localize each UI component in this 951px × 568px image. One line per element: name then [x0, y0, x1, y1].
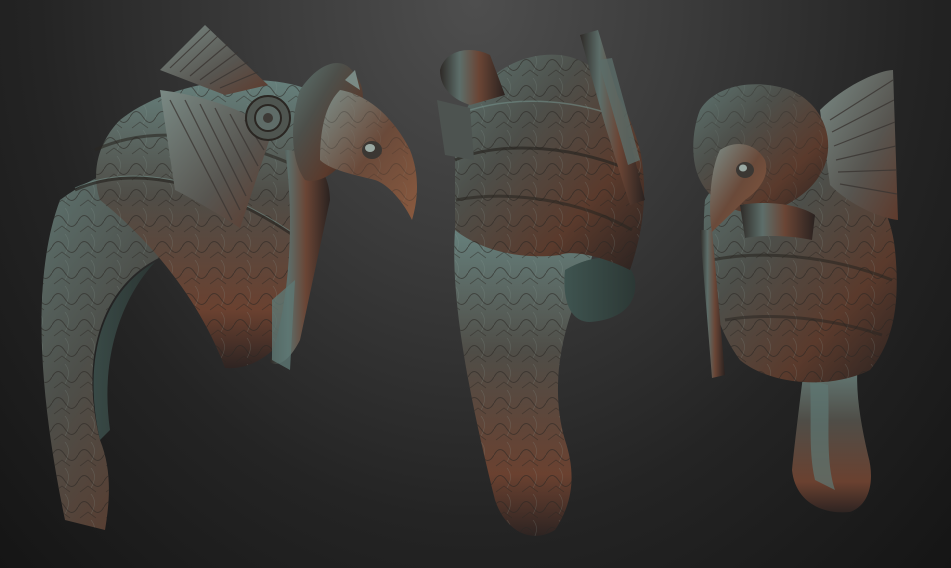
helmet-view-back	[437, 30, 645, 536]
falcon-helmet-front-view-icon	[693, 70, 898, 513]
falcon-helmet-side-view-icon	[41, 25, 417, 530]
falcon-helmet-back-view-icon	[437, 30, 645, 536]
helmet-view-side	[41, 25, 417, 530]
helmet-view-front	[693, 70, 898, 513]
sculpt-viewport	[0, 0, 951, 568]
